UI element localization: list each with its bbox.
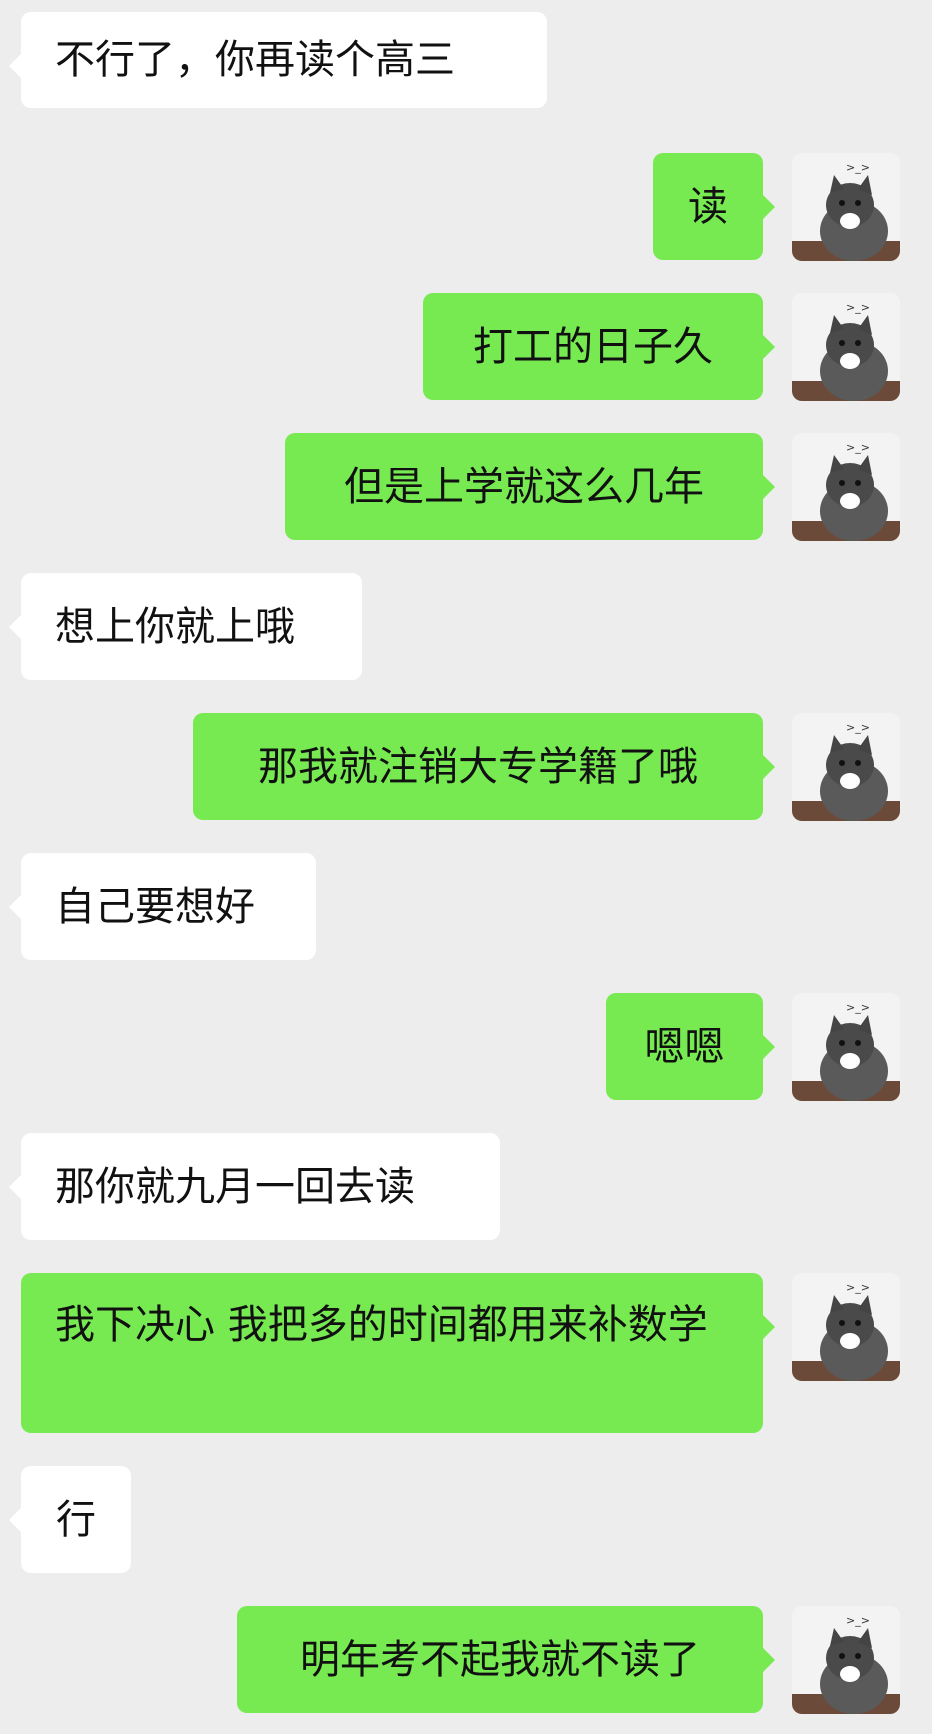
svg-text:>_>: >_> (846, 301, 870, 314)
outgoing-message-bubble[interactable]: 读 (653, 153, 775, 260)
outgoing-message-bubble[interactable]: 打工的日子久 (423, 293, 775, 400)
incoming-message-bubble[interactable]: 想上你就上哦 (9, 573, 362, 680)
cat-avatar-icon[interactable]: >_> (792, 1606, 900, 1714)
svg-text:>_>: >_> (846, 441, 870, 454)
cat-avatar-icon[interactable]: >_> (792, 433, 900, 541)
outgoing-message-bubble[interactable]: 那我就注销大专学籍了哦 (193, 713, 775, 820)
cat-avatar-icon[interactable]: >_> (792, 1273, 900, 1381)
incoming-message-bubble[interactable]: 行 (9, 1466, 131, 1573)
outgoing-message-bubble[interactable]: 明年考不起我就不读了 (237, 1606, 775, 1713)
outgoing-message-bubble[interactable]: 嗯嗯 (606, 993, 775, 1100)
svg-text:>_>: >_> (846, 1614, 870, 1627)
outgoing-message-bubble[interactable]: 我下决心 我把多的时间都用来补数学 (21, 1273, 775, 1433)
incoming-message-bubble[interactable]: 那你就九月一回去读 (9, 1133, 500, 1240)
incoming-message-bubble[interactable]: 不行了，你再读个高三 (9, 12, 547, 108)
cat-avatar-icon[interactable]: >_> (792, 293, 900, 401)
svg-text:>_>: >_> (846, 721, 870, 734)
cat-avatar-icon[interactable]: >_> (792, 153, 900, 261)
cat-avatar-icon[interactable]: >_> (792, 993, 900, 1101)
svg-text:>_>: >_> (846, 1001, 870, 1014)
outgoing-message-bubble[interactable]: 但是上学就这么几年 (285, 433, 775, 540)
cat-avatar-icon[interactable]: >_> (792, 713, 900, 821)
svg-text:>_>: >_> (846, 161, 870, 174)
incoming-message-bubble[interactable]: 自己要想好 (9, 853, 316, 960)
svg-text:>_>: >_> (846, 1281, 870, 1294)
